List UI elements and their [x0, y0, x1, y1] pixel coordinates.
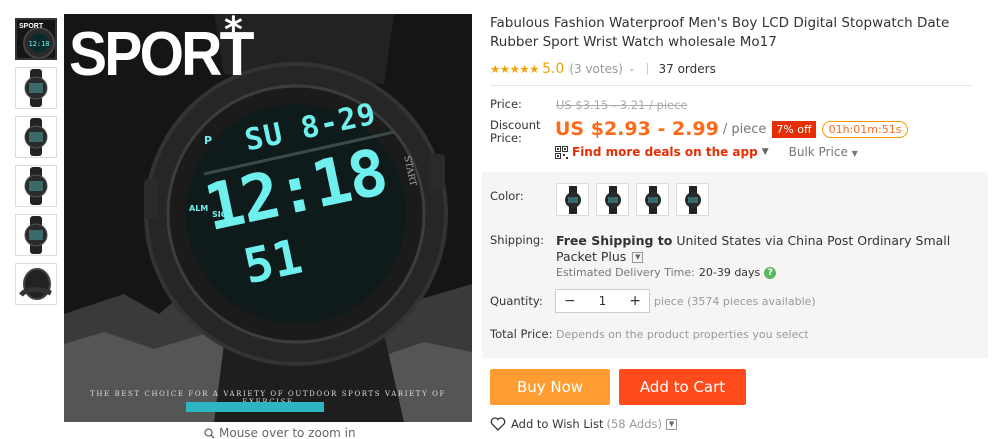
- svg-text:SPORT: SPORT: [19, 23, 44, 30]
- color-swatch-2[interactable]: [596, 183, 629, 216]
- watch-thumb-icon: [19, 268, 52, 300]
- rating-votes[interactable]: (3 votes): [569, 62, 623, 76]
- countdown-timer: 01h:01m:51s: [821, 120, 909, 138]
- thumbnail-2[interactable]: [15, 67, 57, 109]
- total-price-value: Depends on the product properties you se…: [556, 328, 809, 341]
- watch-thumb-icon: [24, 167, 48, 205]
- sport-logo-star: *: [224, 14, 243, 51]
- quantity-plus-button[interactable]: +: [629, 293, 641, 309]
- discount-price-row: US $2.93 - 2.99 / piece 7% off 01h:01m:5…: [555, 118, 909, 140]
- shipping-info: Free Shipping to United States via China…: [556, 233, 986, 265]
- order-count: 37 orders: [658, 62, 716, 76]
- discount-price: US $2.93 - 2.99: [555, 118, 719, 140]
- thumbnail-6[interactable]: [15, 263, 57, 305]
- lcd-seconds: 51: [238, 228, 307, 296]
- divider: [647, 63, 649, 75]
- price-label: Price:: [490, 97, 522, 111]
- rating-row: ★★★★★ 5.0 (3 votes) ⌄ 37 orders: [490, 61, 972, 86]
- price-unit: / piece: [722, 121, 767, 137]
- bulk-price-text: Bulk Price: [788, 145, 848, 159]
- lcd-label-alm: ALM: [189, 204, 209, 213]
- buy-now-button[interactable]: Buy Now: [490, 369, 610, 405]
- eta-value: 20-39 days: [698, 266, 761, 279]
- chevron-down-icon[interactable]: ▼: [666, 418, 678, 430]
- quantity-minus-button[interactable]: −: [564, 293, 576, 309]
- quantity-input[interactable]: 1: [599, 294, 607, 308]
- chevron-down-icon[interactable]: ⌄: [628, 64, 636, 74]
- discount-price-label: Discount Price:: [490, 118, 541, 145]
- thumbnail-4[interactable]: [15, 165, 57, 207]
- app-deals-link[interactable]: Find more deals on the app: [572, 145, 758, 159]
- product-title: Fabulous Fashion Waterproof Men's Boy LC…: [490, 15, 950, 50]
- eta-label: Estimated Delivery Time:: [556, 266, 695, 279]
- watch-thumb-icon: [24, 216, 48, 254]
- watch-thumb-icon: 12:18 SPORT: [19, 23, 55, 58]
- svg-text:12:18: 12:18: [28, 40, 49, 48]
- watch-swatch-icon: [604, 185, 621, 214]
- qr-code-icon: [555, 145, 568, 159]
- watch-thumb-icon: [24, 69, 48, 107]
- thumbnail-5[interactable]: [15, 214, 57, 256]
- watch-swatch-icon: [644, 185, 661, 214]
- rating-value: 5.0: [542, 61, 565, 77]
- shipping-free: Free Shipping to: [556, 233, 673, 248]
- rating-stars-icon: ★★★★★: [490, 62, 540, 76]
- total-price-label: Total Price:: [490, 327, 553, 341]
- bulk-price-link[interactable]: Bulk Price ▼: [789, 145, 858, 159]
- image-accent-bar: [186, 402, 324, 412]
- wishlist-count: (58 Adds): [606, 417, 663, 431]
- color-swatches: [556, 183, 709, 216]
- discount-badge: 7% off: [772, 120, 816, 138]
- watch-swatch-icon: [564, 185, 581, 214]
- zoom-hint: Mouse over to zoom in: [204, 426, 356, 439]
- thumbnail-strip: 12:18 SPORT: [15, 18, 57, 312]
- thumbnail-3[interactable]: [15, 116, 57, 158]
- color-swatch-3[interactable]: [636, 183, 669, 216]
- app-deals-row: Find more deals on the app ▼ Bulk Price …: [555, 145, 858, 159]
- caret-down-icon: ▼: [851, 149, 858, 158]
- quantity-label: Quantity:: [490, 294, 543, 308]
- color-label: Color:: [490, 189, 524, 203]
- watch-swatch-icon: [684, 185, 701, 214]
- color-swatch-1[interactable]: [556, 183, 589, 216]
- thumbnail-1[interactable]: 12:18 SPORT: [15, 18, 57, 60]
- delivery-estimate: Estimated Delivery Time: 20-39 days ?: [556, 266, 777, 279]
- lcd-label-sig: SIG: [212, 210, 228, 219]
- main-product-image[interactable]: SPORT * SU 8-29 12:18 51 P ALM SIG START…: [64, 14, 472, 422]
- wishlist-row: Add to Wish List (58 Adds) ▼: [490, 417, 678, 431]
- heart-icon[interactable]: [490, 417, 506, 431]
- stock-availability: piece (3574 pieces available): [654, 295, 816, 308]
- caret-down-icon[interactable]: ▼: [762, 147, 769, 157]
- watch-thumb-icon: [24, 118, 48, 156]
- lcd-label-p: P: [204, 134, 213, 147]
- magnifier-icon: [204, 427, 215, 438]
- help-icon[interactable]: ?: [764, 266, 777, 279]
- quantity-stepper: − 1 +: [555, 289, 650, 313]
- shipping-label: Shipping:: [490, 233, 545, 247]
- zoom-hint-text: Mouse over to zoom in: [219, 426, 356, 439]
- add-to-cart-button[interactable]: Add to Cart: [619, 369, 746, 405]
- product-info-panel: Fabulous Fashion Waterproof Men's Boy LC…: [482, 14, 990, 431]
- original-price: US $3.15 - 3.21 / piece: [556, 98, 688, 112]
- add-to-wishlist-link[interactable]: Add to Wish List: [511, 417, 603, 431]
- chevron-down-icon[interactable]: ▼: [632, 252, 644, 263]
- color-swatch-4[interactable]: [676, 183, 709, 216]
